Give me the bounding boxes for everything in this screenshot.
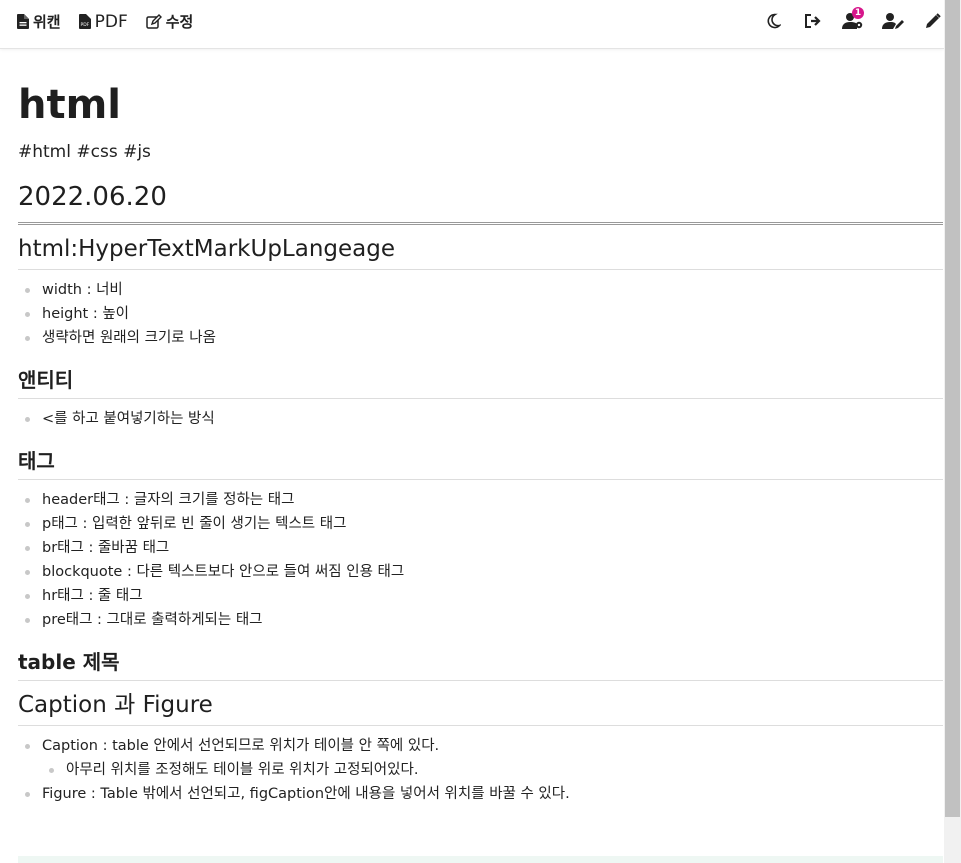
wiki-button[interactable]: 위캔 — [17, 11, 61, 32]
list-item: header태그 : 글자의 크기를 정하는 태그 — [25, 488, 943, 512]
list-item-text: Caption : table 안에서 선언되므로 위치가 테이블 안 쪽에 있… — [42, 738, 440, 754]
user-pen-icon[interactable] — [882, 10, 904, 32]
edit-button[interactable]: 수정 — [145, 11, 194, 32]
list-item: pre태그 : 그대로 출력하게되는 태그 — [25, 608, 943, 632]
list-item: <를 하고 붙여넣기하는 방식 — [25, 407, 943, 431]
list-item: br태그 : 줄바꿈 태그 — [25, 536, 943, 560]
top-toolbar: 위캔 PDF PDF 수정 1 — [0, 0, 944, 49]
pdf-label: PDF — [94, 11, 128, 32]
pdf-button[interactable]: PDF PDF — [78, 11, 128, 32]
table-heading: table 제목 — [18, 638, 943, 681]
caption-sublist: 아무리 위치를 조정해도 테이블 위로 위치가 고정되어있다. — [42, 758, 943, 782]
list-item: 아무리 위치를 조정해도 테이블 위로 위치가 고정되어있다. — [49, 758, 943, 782]
scrollbar-thumb[interactable] — [945, 0, 960, 817]
caption-heading: Caption 과 Figure — [18, 681, 943, 726]
edit-label: 수정 — [165, 13, 194, 31]
list-item: Figure : Table 밖에서 선언되고, figCaption안에 내용… — [25, 782, 943, 806]
wiki-label: 위캔 — [33, 13, 61, 31]
content-box-edge — [18, 856, 943, 863]
date-heading: 2022.06.20 — [18, 182, 943, 225]
caption-list: Caption : table 안에서 선언되므로 위치가 테이블 안 쪽에 있… — [18, 734, 943, 806]
notification-badge: 1 — [852, 7, 864, 19]
pencil-icon[interactable] — [922, 10, 944, 32]
list-item: hr태그 : 줄 태그 — [25, 584, 943, 608]
edit-icon — [145, 13, 162, 30]
logout-icon[interactable] — [802, 10, 824, 32]
html-heading: html:HyperTextMarkUpLangeage — [18, 225, 943, 270]
svg-text:PDF: PDF — [80, 22, 89, 28]
tag-heading: 태그 — [18, 437, 943, 480]
list-item: blockquote : 다른 텍스트보다 안으로 들여 써짐 인용 태그 — [25, 560, 943, 584]
page-title: html — [18, 82, 121, 128]
moon-icon[interactable] — [762, 10, 784, 32]
document-content: html #html #css #js 2022.06.20 html:Hype… — [18, 48, 943, 812]
list-item: p태그 : 입력한 앞뒤로 빈 줄이 생기는 텍스트 태그 — [25, 512, 943, 536]
toolbar-left: 위캔 PDF PDF 수정 — [17, 11, 211, 32]
pdf-icon: PDF — [78, 14, 91, 29]
entity-heading: 앤티티 — [18, 356, 943, 399]
list-item: Caption : table 안에서 선언되므로 위치가 테이블 안 쪽에 있… — [25, 734, 943, 782]
page-tags: #html #css #js — [18, 142, 151, 162]
toolbar-right: 1 — [744, 7, 944, 32]
file-icon — [17, 14, 29, 29]
list-item: width : 너비 — [25, 278, 943, 302]
list-item: 생략하면 원래의 크기로 나옴 — [25, 326, 943, 350]
user-gear-icon[interactable]: 1 — [842, 7, 864, 32]
entity-list: <를 하고 붙여넣기하는 방식 — [18, 407, 943, 431]
vertical-scrollbar[interactable] — [944, 0, 961, 863]
list-item: height : 높이 — [25, 302, 943, 326]
tag-list: header태그 : 글자의 크기를 정하는 태그 p태그 : 입력한 앞뒤로 … — [18, 488, 943, 632]
html-list: width : 너비 height : 높이 생략하면 원래의 크기로 나옴 — [18, 278, 943, 350]
